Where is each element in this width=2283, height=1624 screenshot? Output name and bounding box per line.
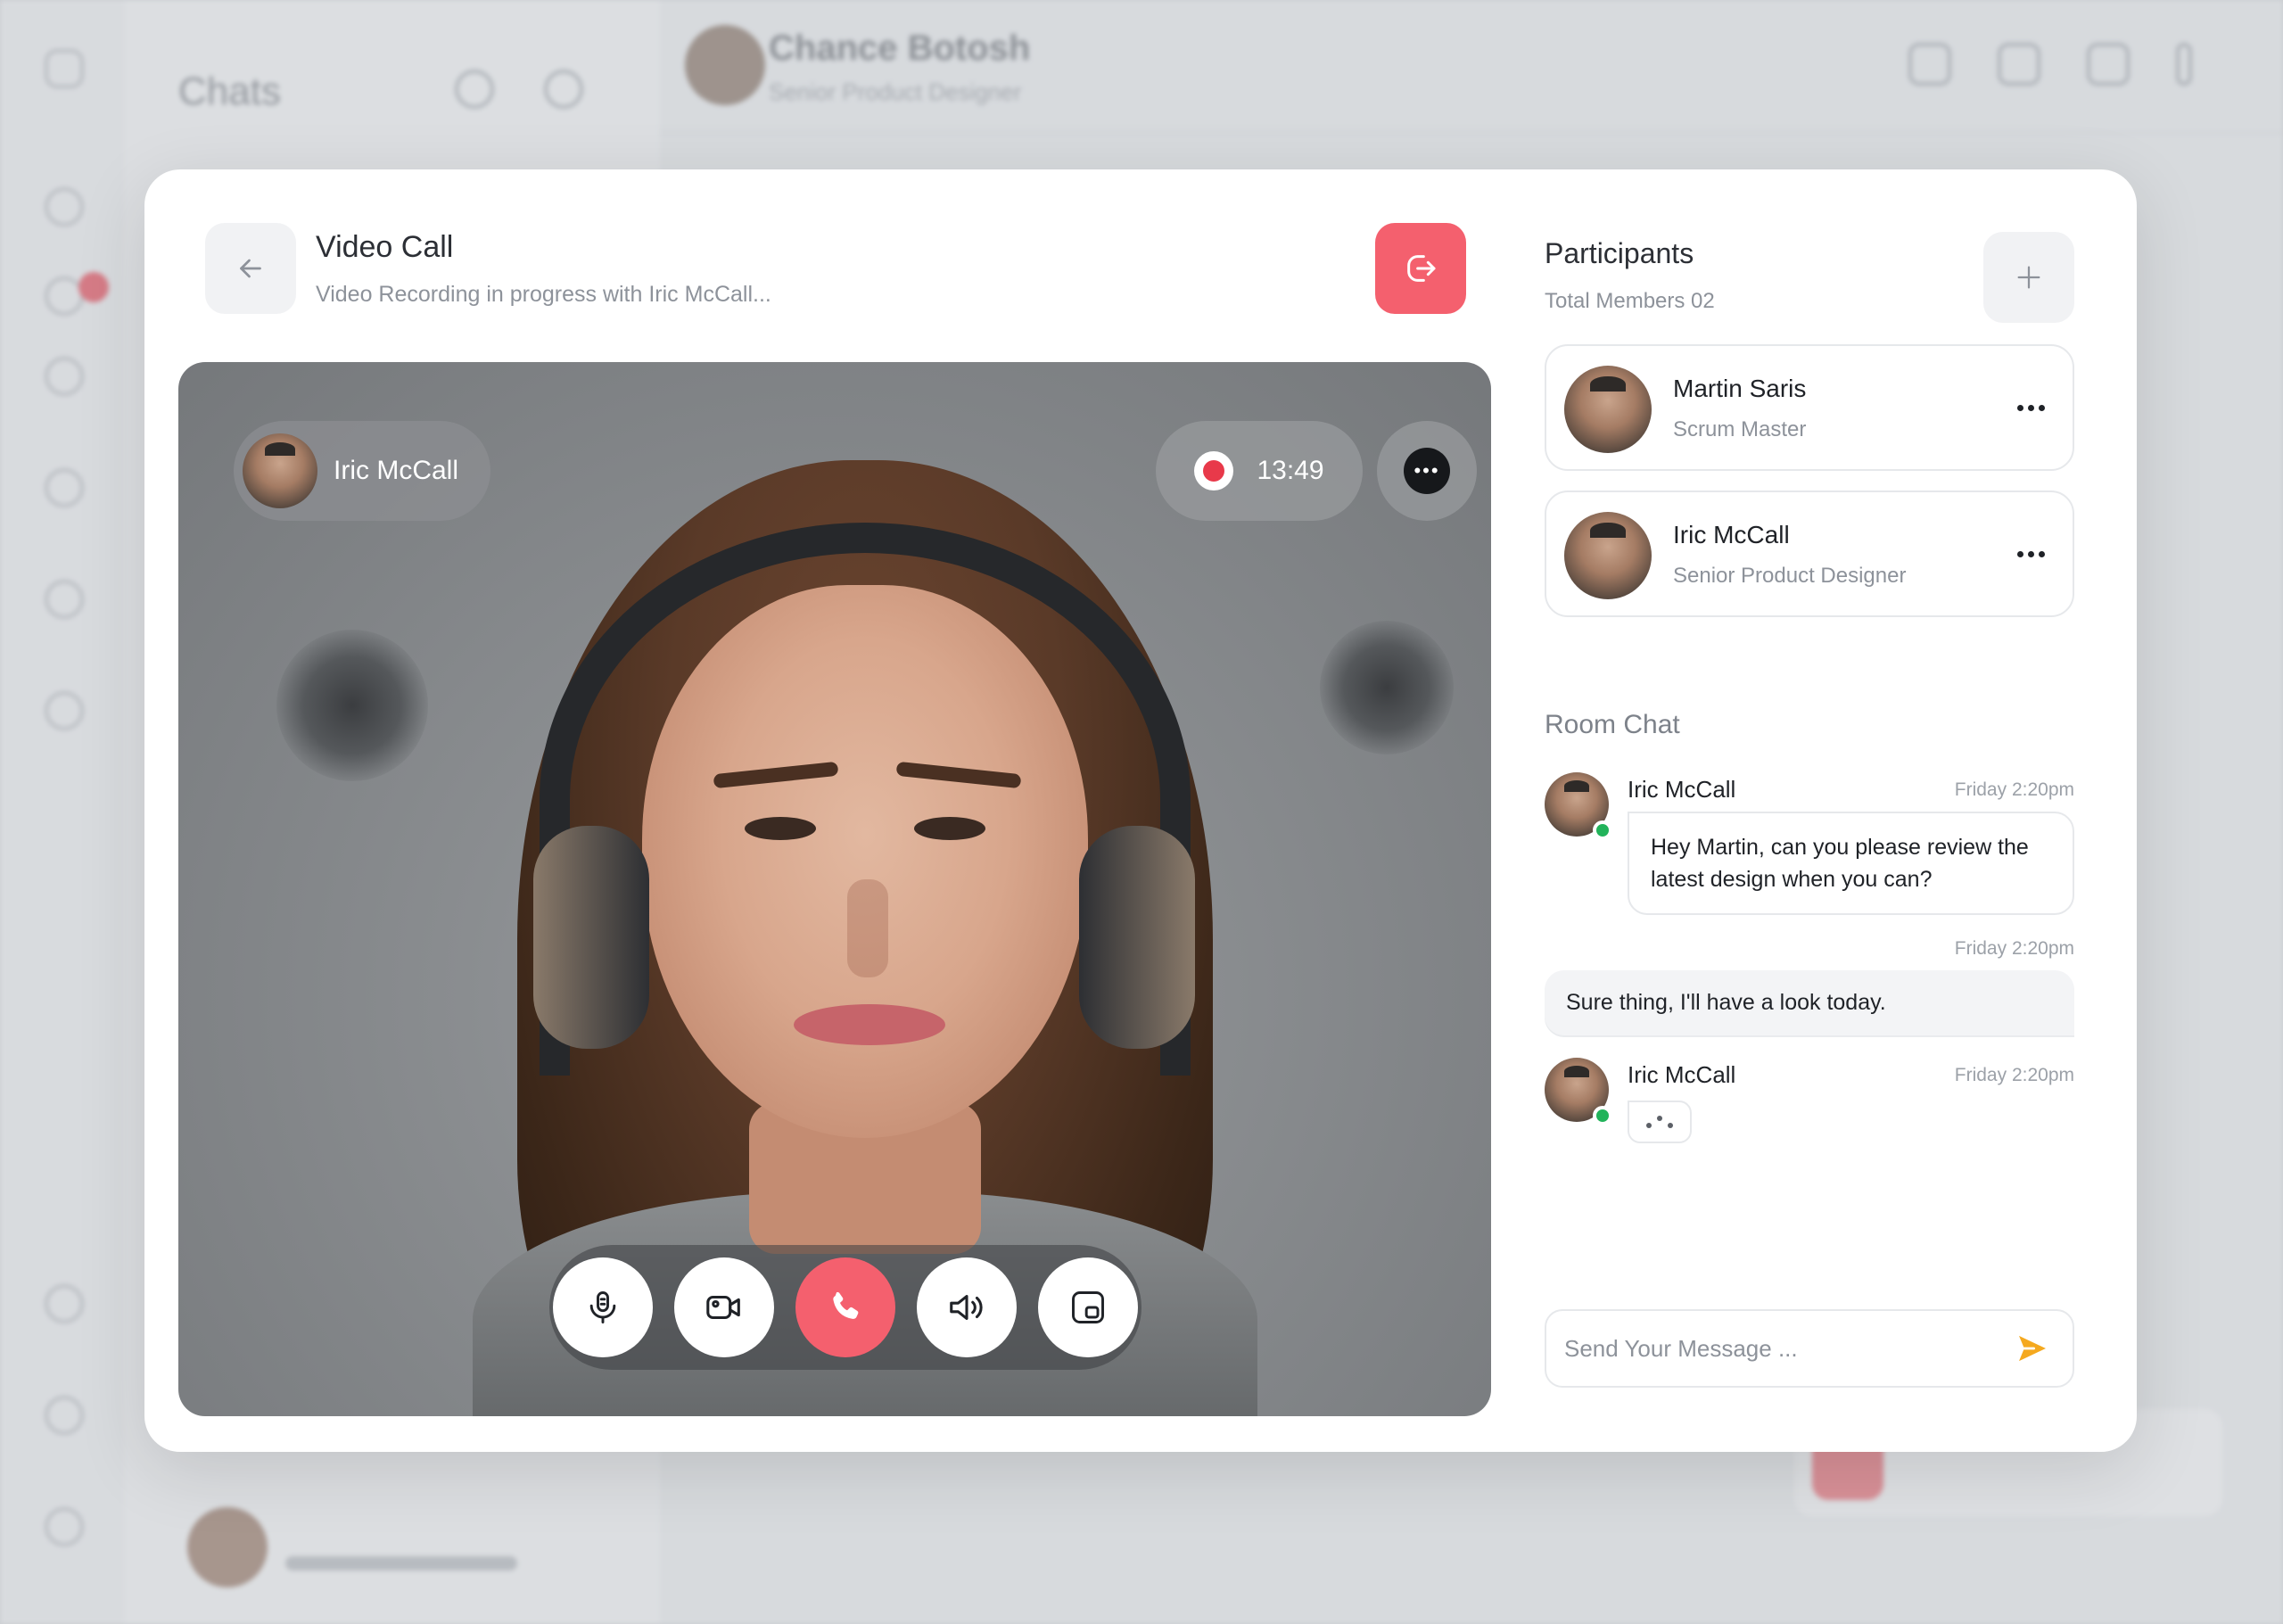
participant-name: Martin Saris [1673,375,1807,402]
record-icon [1194,451,1234,490]
participants-title: Participants [1545,237,1694,269]
logout-icon [1407,255,1436,282]
contacts-icon [45,468,84,507]
chat-icon [45,357,84,396]
message-bubble: Sure thing, I'll have a look today. [1545,970,2074,1035]
video-icon [2087,43,2130,86]
list-item [285,1556,517,1570]
room-chat-title: Room Chat [1545,710,1680,739]
toggle-icon [45,1396,84,1435]
end-call-button[interactable] [795,1257,895,1357]
background-wall [276,630,428,781]
camera-toggle-button[interactable] [674,1257,774,1357]
caller-name: Iric McCall [334,456,458,485]
message-time: Friday 2:20pm [1954,938,2074,959]
message-sender: Iric McCall [1628,776,1736,803]
background-wall [1320,621,1454,754]
add-participant-button[interactable] [1983,232,2074,323]
timer-text: 13:49 [1257,456,1324,485]
search-icon [1908,43,1951,86]
picture-in-picture-icon [1072,1291,1104,1323]
calendar-icon [45,580,84,619]
participant-role: Scrum Master [1673,417,1807,441]
contact-role: Senior Product Designer [769,78,1022,105]
message-time: Friday 2:20pm [1954,779,2074,800]
message-composer [1545,1309,2074,1388]
send-button[interactable] [2010,1326,2055,1371]
message-avatar [1545,772,1612,840]
participant-role: Senior Product Designer [1673,564,1907,588]
video-feed: Iric McCall 13:49 ••• [178,362,1491,1416]
online-status-dot [1593,1106,1612,1125]
recording-timer: 13:49 [1156,421,1363,521]
microphone-icon [589,1291,616,1323]
send-icon [2019,1335,2046,1362]
speaker-icon [950,1295,983,1320]
search-icon [455,70,494,109]
home-icon [45,187,84,227]
picture-in-picture-button[interactable] [1038,1257,1138,1357]
avatar [685,25,765,105]
participant-card[interactable]: Martin Saris Scrum Master [1545,344,2074,471]
recording-status-text: Video Recording in progress with Iric Mc… [316,282,771,307]
caller-name-pill: Iric McCall [234,421,490,521]
message-input[interactable] [1564,1334,2010,1363]
contact-name: Chance Botosh [769,29,1031,68]
avatar [1564,512,1652,599]
ellipsis-icon: ••• [1404,448,1450,494]
notification-badge [78,272,109,302]
video-camera-icon [706,1295,740,1320]
plus-icon [2017,266,2040,289]
online-status-dot [1593,820,1612,840]
message-time: Friday 2:20pm [1954,1065,2074,1085]
help-icon [45,1284,84,1323]
participant-options-button[interactable] [2008,385,2053,430]
message-bubble: Hey Martin, can you please review the la… [1628,812,2074,915]
headphone-earcup [533,826,649,1049]
typing-indicator [1628,1101,1692,1143]
avatar [1564,366,1652,453]
participant-name: Iric McCall [1673,521,1790,548]
headphone-earcup [1079,826,1195,1049]
logo-icon [45,49,84,88]
filter-icon [544,70,583,109]
conversation-header: Chance Botosh Senior Product Designer [660,0,2283,134]
phone-icon [833,1291,859,1319]
chats-title: Chats [178,70,281,113]
participants-count: Total Members 02 [1545,289,1715,313]
arrow-left-icon [240,259,261,278]
message-avatar [1545,1058,1612,1125]
video-call-modal: Video Call Video Recording in progress w… [144,169,2137,1452]
message-sender: Iric McCall [1628,1061,1736,1088]
participant-options-button[interactable] [2008,532,2053,576]
avatar [187,1507,268,1587]
speaker-button[interactable] [917,1257,1017,1357]
page-title: Video Call [316,230,454,264]
settings-icon [45,691,84,730]
kebab-icon [2176,43,2192,86]
logout-icon [45,1507,84,1546]
background-nav-rail [0,0,125,1624]
notifications-icon [45,276,84,316]
avatar [243,433,317,508]
back-button[interactable] [205,223,296,314]
call-controls-bar [549,1245,1142,1370]
mute-button[interactable] [553,1257,653,1357]
phone-icon [1998,43,2040,86]
participant-card[interactable]: Iric McCall Senior Product Designer [1545,490,2074,617]
more-options-button[interactable]: ••• [1377,421,1477,521]
leave-call-button[interactable] [1375,223,1466,314]
